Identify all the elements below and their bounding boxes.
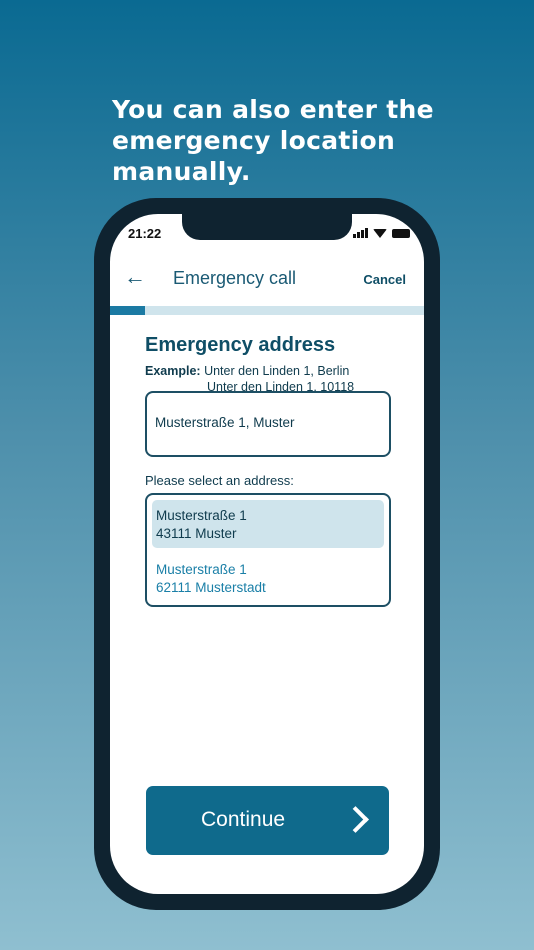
back-arrow-icon[interactable]: ← [124, 264, 146, 290]
example-hint: Example: Unter den Linden 1, Berlin Unte… [145, 363, 354, 394]
progress-bar [110, 306, 424, 315]
progress-fill [110, 306, 145, 315]
status-icons [353, 228, 410, 238]
signal-icon [353, 228, 368, 238]
address-input-value: Musterstraße 1, Muster [155, 415, 295, 430]
address-input[interactable]: Musterstraße 1, Muster [145, 391, 391, 457]
address-options-list: Musterstraße 1 43111 Muster Musterstraße… [145, 493, 391, 607]
phone-notch [182, 214, 352, 240]
phone-frame: 21:22 ← Emergency call Cancel Emergency … [94, 198, 440, 910]
page-title: Emergency call [173, 268, 297, 288]
continue-button[interactable]: Continue [146, 786, 389, 855]
option-street: Musterstraße 1 [156, 508, 247, 523]
app-bar: ← Emergency call Cancel [110, 254, 424, 307]
cancel-button[interactable]: Cancel [363, 272, 406, 287]
status-time: 21:22 [128, 226, 162, 241]
wifi-icon [373, 229, 387, 238]
continue-label: Continue [201, 808, 286, 831]
example-label: Example: [145, 364, 201, 378]
address-option[interactable]: Musterstraße 1 62111 Musterstadt [152, 554, 384, 602]
phone-screen: 21:22 ← Emergency call Cancel Emergency … [110, 214, 424, 894]
promo-headline: You can also enter the emergency locatio… [112, 95, 434, 186]
option-city: 62111 Musterstadt [156, 580, 266, 595]
option-street: Musterstraße 1 [156, 562, 247, 577]
address-option-selected[interactable]: Musterstraße 1 43111 Muster [152, 500, 384, 548]
chevron-right-icon [342, 806, 369, 833]
option-city: 43111 Muster [156, 526, 237, 541]
battery-icon [392, 229, 410, 238]
example-line-1: Unter den Linden 1, Berlin [204, 364, 350, 378]
section-title: Emergency address [145, 334, 336, 356]
select-address-label: Please select an address: [145, 473, 294, 488]
